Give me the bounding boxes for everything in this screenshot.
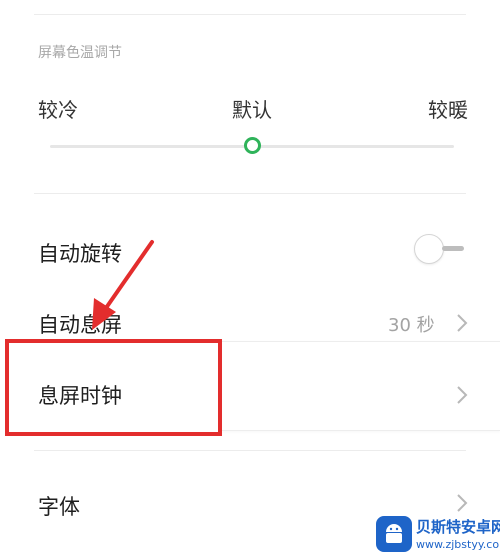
watermark-title: 贝斯特安卓网: [416, 518, 500, 536]
section-divider: [34, 450, 466, 451]
font-label: 字体: [38, 495, 80, 519]
chevron-right-icon: [457, 386, 468, 404]
temp-label-warm: 较暖: [428, 98, 468, 122]
watermark-logo: [376, 516, 412, 552]
temp-label-default: 默认: [232, 98, 272, 122]
annotation-arrow-icon: [92, 240, 154, 330]
highlight-box: [5, 339, 222, 436]
color-temperature-slider-thumb[interactable]: [243, 137, 261, 154]
temp-label-cool: 较冷: [38, 98, 78, 122]
toggle-knob: [414, 234, 444, 264]
watermark: 贝斯特安卓网 www.zjbstyy.com: [376, 516, 500, 556]
section-divider: [34, 193, 466, 194]
auto-rotate-toggle[interactable]: [414, 234, 466, 266]
toggle-track: [442, 246, 464, 251]
top-divider: [34, 14, 466, 15]
chevron-right-icon: [457, 314, 468, 332]
watermark-url: www.zjbstyy.com: [416, 538, 500, 551]
color-temperature-header: 屏幕色温调节: [38, 45, 122, 61]
chevron-right-icon: [457, 494, 468, 512]
auto-screen-off-value: 30 秒: [388, 315, 435, 336]
android-logo-icon: [386, 524, 402, 543]
